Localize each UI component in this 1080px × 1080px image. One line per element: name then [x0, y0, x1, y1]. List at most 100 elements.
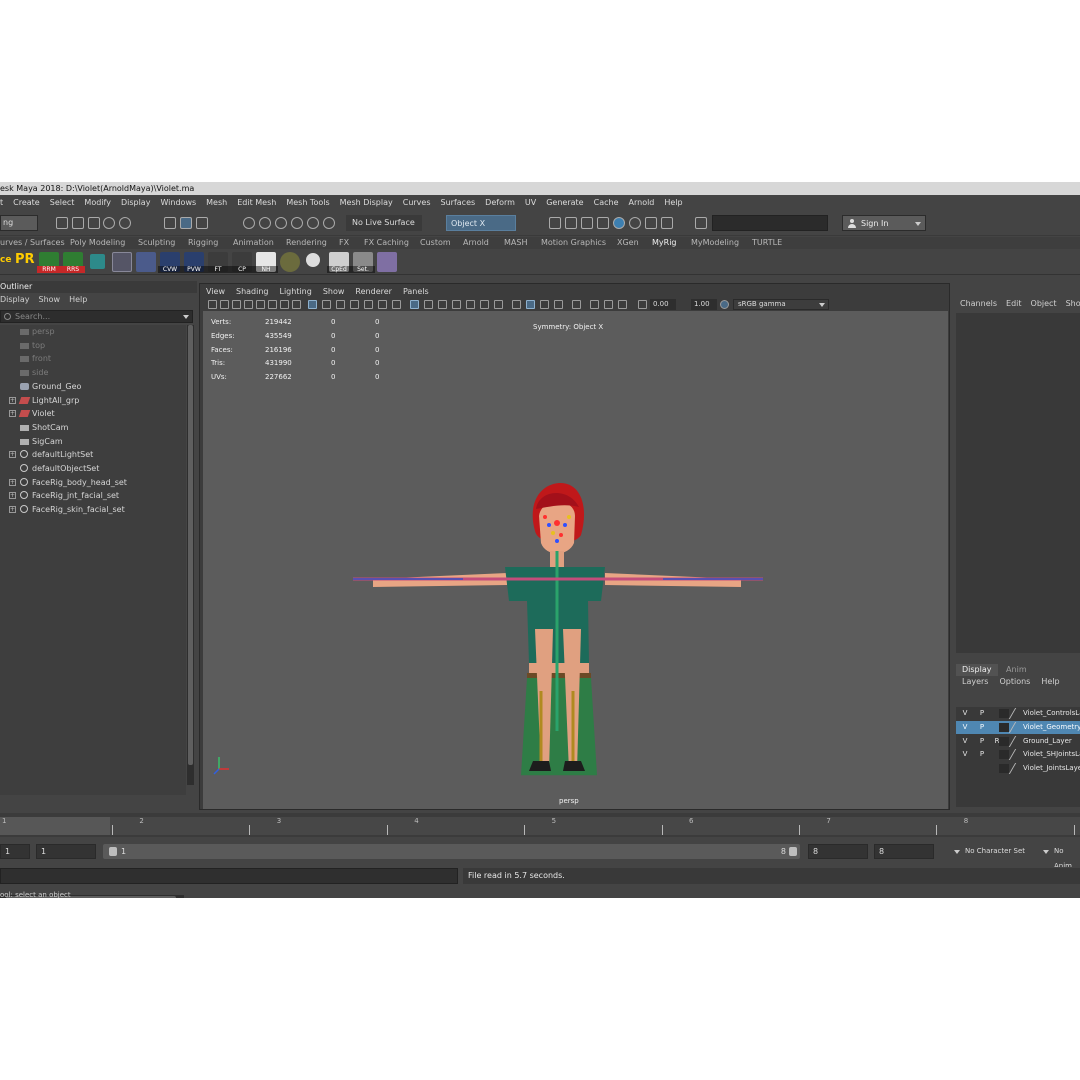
viewport-tool-15-icon[interactable] — [410, 300, 419, 309]
layer-menu-0[interactable]: Layers — [962, 677, 988, 686]
menu-4[interactable]: Display — [121, 198, 151, 207]
color-space-dropdown[interactable]: sRGB gamma — [733, 299, 829, 310]
menu-set-dropdown[interactable]: ng — [0, 215, 38, 231]
outliner-vertical-scrollbar[interactable] — [187, 325, 194, 785]
outliner-item[interactable]: front — [0, 352, 186, 365]
shelf-button-cp[interactable]: CP — [230, 252, 254, 273]
menu-6[interactable]: Mesh — [206, 198, 227, 207]
range-slider[interactable]: 1 8 — [103, 844, 800, 859]
viewport-tool-27-icon[interactable] — [590, 300, 599, 309]
viewport-tool-29-icon[interactable] — [618, 300, 627, 309]
viewport-tool-30-icon[interactable] — [638, 300, 647, 309]
layer-playback-toggle[interactable] — [975, 763, 989, 774]
layer-playback-toggle[interactable]: P — [975, 749, 989, 760]
viewport-tool-12-icon[interactable] — [364, 300, 373, 309]
viewport-menu-0[interactable]: View — [206, 287, 225, 296]
character-set-dropdown[interactable]: No Character Set — [950, 844, 1040, 859]
viewport-tool-13-icon[interactable] — [378, 300, 387, 309]
outliner-item[interactable]: top — [0, 339, 186, 352]
menu-10[interactable]: Curves — [403, 198, 431, 207]
viewport-tool-10-icon[interactable] — [336, 300, 345, 309]
shelf-tab-6[interactable]: FX — [339, 237, 349, 249]
layer-row[interactable]: Violet_JointsLaye — [956, 762, 1080, 775]
playback-end-field[interactable]: 8 — [808, 844, 868, 859]
outliner-item[interactable]: + FaceRig_jnt_facial_set — [0, 489, 186, 502]
color-management-icon[interactable] — [720, 300, 729, 309]
layer-menu-1[interactable]: Options — [999, 677, 1030, 686]
viewport-tool-26-icon[interactable] — [572, 300, 581, 309]
snap-live-icon[interactable] — [323, 217, 335, 229]
menu-5[interactable]: Windows — [160, 198, 196, 207]
select-hierarchy-icon[interactable] — [164, 217, 176, 229]
outliner-item[interactable]: Ground_Geo — [0, 380, 186, 393]
menu-2[interactable]: Select — [50, 198, 75, 207]
shelf-tab-5[interactable]: Rendering — [286, 237, 327, 249]
expand-icon[interactable]: + — [9, 396, 16, 404]
character-model[interactable] — [203, 311, 948, 809]
snap-grid-icon[interactable] — [243, 217, 255, 229]
viewport-tool-5-icon[interactable] — [268, 300, 277, 309]
pause-icon[interactable] — [661, 217, 673, 229]
shelf-tab-9[interactable]: Arnold — [463, 237, 489, 249]
layer-color-swatch[interactable] — [999, 736, 1009, 746]
layer-color-swatch[interactable] — [999, 722, 1009, 732]
expand-icon[interactable]: + — [9, 492, 16, 500]
viewport-tool-21-icon[interactable] — [494, 300, 503, 309]
shelf-tab-11[interactable]: Motion Graphics — [541, 237, 606, 249]
outliner-item[interactable]: + defaultLightSet — [0, 448, 186, 461]
shelf-button-set[interactable]: Set. — [351, 252, 375, 273]
menu-11[interactable]: Surfaces — [441, 198, 476, 207]
snap-surface-icon[interactable] — [307, 217, 319, 229]
outliner-item[interactable]: + FaceRig_skin_facial_set — [0, 503, 186, 516]
expand-icon[interactable]: + — [9, 506, 16, 514]
layer-visibility-toggle[interactable]: V — [958, 708, 972, 719]
shelf-button-rrm[interactable]: RRM — [37, 252, 61, 273]
outliner-item[interactable]: ShotCam — [0, 421, 186, 434]
time-slider[interactable]: 1 2 3 4 5 6 7 8 — [0, 813, 1080, 837]
render-history-icon[interactable] — [549, 217, 561, 229]
symmetry-dropdown[interactable]: Object X — [446, 215, 516, 231]
outliner-menu-1[interactable]: Show — [39, 295, 61, 304]
quick-field[interactable] — [712, 215, 828, 231]
menu-12[interactable]: Deform — [485, 198, 515, 207]
outliner-item[interactable]: persp — [0, 325, 186, 338]
shelf-button-ft[interactable]: FT — [206, 252, 230, 273]
hypershade-icon[interactable] — [613, 217, 625, 229]
outliner-menu-0[interactable]: Display — [0, 295, 30, 304]
viewport-tool-4-icon[interactable] — [256, 300, 265, 309]
channel-menu-3[interactable]: Show — [1066, 299, 1080, 308]
viewport-tool-23-icon[interactable] — [526, 300, 535, 309]
viewport-tool-7-icon[interactable] — [292, 300, 301, 309]
shelf-button-cped[interactable]: CpEd — [327, 252, 351, 273]
menu-15[interactable]: Cache — [594, 198, 619, 207]
shelf-tab-14[interactable]: MyModeling — [691, 237, 739, 249]
menu-9[interactable]: Mesh Display — [340, 198, 393, 207]
range-start-handle[interactable] — [109, 847, 117, 856]
tab-display[interactable]: Display — [956, 664, 998, 676]
viewport-tool-11-icon[interactable] — [350, 300, 359, 309]
menu-3[interactable]: Modify — [84, 198, 111, 207]
expand-icon[interactable]: + — [9, 451, 16, 459]
viewport-menu-3[interactable]: Show — [323, 287, 345, 296]
viewport-tool-6-icon[interactable] — [280, 300, 289, 309]
anim-layer-dropdown[interactable]: No Anim — [1040, 844, 1080, 870]
select-component-icon[interactable] — [196, 217, 208, 229]
layer-playback-toggle[interactable]: P — [975, 708, 989, 719]
snap-point-icon[interactable] — [275, 217, 287, 229]
outliner-item[interactable]: side — [0, 366, 186, 379]
save-scene-icon[interactable] — [88, 217, 100, 229]
shelf-button-joints-icon[interactable] — [280, 252, 300, 272]
channel-menu-1[interactable]: Edit — [1006, 299, 1022, 308]
anim-end-field[interactable]: 8 — [874, 844, 934, 859]
shelf-button-nh[interactable]: NH — [254, 252, 278, 273]
snap-curve-icon[interactable] — [259, 217, 271, 229]
shelf-button-grid-icon[interactable] — [112, 252, 132, 272]
redo-icon[interactable] — [119, 217, 131, 229]
outliner-menu-2[interactable]: Help — [69, 295, 87, 304]
shelf-tab-3[interactable]: Rigging — [188, 237, 218, 249]
viewport-menu-5[interactable]: Panels — [403, 287, 429, 296]
anim-start-field[interactable]: 1 — [0, 844, 30, 859]
range-end-handle[interactable] — [789, 847, 797, 856]
outliner-search-input[interactable]: Search... — [0, 310, 193, 323]
layer-color-swatch[interactable] — [999, 764, 1009, 774]
